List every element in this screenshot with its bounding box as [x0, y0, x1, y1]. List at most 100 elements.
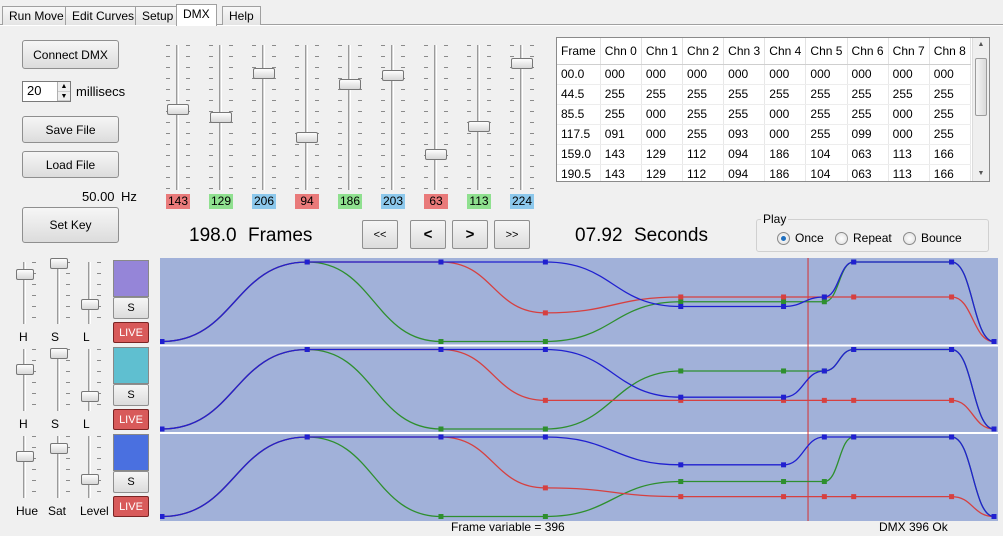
keyframe-point[interactable]: [781, 294, 787, 300]
set-color-button[interactable]: S: [113, 297, 149, 319]
keyframe-point[interactable]: [991, 426, 997, 432]
color-swatch[interactable]: [113, 347, 149, 384]
slider-thumb[interactable]: [81, 474, 99, 486]
scrollbar-thumb[interactable]: [975, 58, 987, 116]
keyframe-point[interactable]: [678, 299, 684, 305]
channel-slider-8[interactable]: [510, 45, 534, 190]
keyframe-point[interactable]: [949, 494, 955, 500]
slider-thumb[interactable]: [382, 69, 404, 81]
scroll-down-icon[interactable]: ▼: [973, 167, 989, 181]
keyframe-point[interactable]: [781, 304, 787, 310]
curve-editor[interactable]: [160, 258, 998, 521]
slider-thumb[interactable]: [50, 258, 68, 270]
slider-thumb[interactable]: [296, 131, 318, 143]
color-slider-2-1[interactable]: [48, 436, 70, 498]
keyframe-point[interactable]: [781, 494, 787, 500]
set-color-button[interactable]: S: [113, 471, 149, 493]
slider-thumb[interactable]: [253, 67, 275, 79]
keyframe-point[interactable]: [821, 299, 827, 305]
color-slider-1-1[interactable]: [48, 348, 70, 411]
keyframe-point[interactable]: [781, 299, 787, 305]
keyframe-point[interactable]: [542, 259, 548, 265]
table-row[interactable]: 85.5 255 000 255 255 000 255 255 000 255: [557, 104, 972, 125]
column-header[interactable]: Chn 3: [723, 38, 766, 65]
load-file-button[interactable]: Load File: [22, 151, 119, 178]
table-row[interactable]: 190.5 143 129 112 094 186 104 063 113 166: [557, 164, 972, 181]
table-scrollbar[interactable]: ▲ ▼: [972, 38, 989, 181]
keyframe-point[interactable]: [438, 339, 444, 344]
table-row[interactable]: 159.0 143 129 112 094 186 104 063 113 166: [557, 144, 972, 165]
keyframe-point[interactable]: [821, 368, 827, 374]
keyframe-point[interactable]: [438, 259, 444, 265]
scroll-up-icon[interactable]: ▲: [973, 38, 989, 52]
channel-slider-2[interactable]: [252, 45, 276, 190]
keyframe-point[interactable]: [542, 347, 548, 352]
slider-thumb[interactable]: [210, 111, 232, 123]
column-header[interactable]: Chn 4: [764, 38, 807, 65]
set-color-button[interactable]: S: [113, 384, 149, 406]
tab-help[interactable]: Help: [222, 6, 261, 25]
connect-dmx-button[interactable]: Connect DMX: [22, 40, 119, 69]
keyframe-point[interactable]: [678, 368, 684, 374]
curve-green-lane-2[interactable]: [161, 436, 995, 518]
keyframe-point[interactable]: [851, 347, 857, 352]
keyframe-point[interactable]: [542, 434, 548, 440]
column-header[interactable]: Chn 0: [600, 38, 642, 65]
radio-icon[interactable]: [777, 231, 790, 245]
column-header[interactable]: Chn 6: [847, 38, 889, 65]
keyframe-point[interactable]: [851, 259, 857, 265]
keyframe-point[interactable]: [821, 294, 827, 300]
live-button[interactable]: LIVE: [113, 409, 149, 430]
keyframe-point[interactable]: [851, 397, 857, 403]
first-frame-button[interactable]: <<: [362, 220, 398, 249]
color-slider-2-0[interactable]: [14, 436, 36, 498]
table-row[interactable]: 44.5 255 255 255 255 255 255 255 255 255: [557, 84, 972, 105]
slider-thumb[interactable]: [339, 79, 361, 91]
keyframe-point[interactable]: [991, 339, 997, 344]
next-frame-button[interactable]: >: [452, 220, 488, 249]
channel-slider-3[interactable]: [295, 45, 319, 190]
column-header[interactable]: Chn 7: [888, 38, 930, 65]
curve-blue-lane-2[interactable]: [161, 436, 995, 518]
keyframe-point[interactable]: [821, 494, 827, 500]
keyframe-point[interactable]: [542, 485, 548, 491]
keyframe-point[interactable]: [781, 394, 787, 400]
slider-thumb[interactable]: [81, 391, 99, 403]
curve-red-lane-0[interactable]: [161, 261, 995, 343]
color-slider-0-2[interactable]: [79, 262, 101, 324]
keyframe-point[interactable]: [851, 494, 857, 500]
keyframe-point[interactable]: [438, 426, 444, 432]
keyframe-point[interactable]: [821, 397, 827, 403]
keyframe-point[interactable]: [678, 462, 684, 468]
keyframe-point[interactable]: [160, 514, 165, 519]
channel-slider-1[interactable]: [209, 45, 233, 190]
tab-dmx[interactable]: DMX: [176, 4, 217, 26]
keyframe-point[interactable]: [438, 434, 444, 440]
column-header[interactable]: Chn 1: [641, 38, 684, 65]
slider-thumb[interactable]: [50, 348, 68, 360]
color-slider-2-2[interactable]: [79, 436, 101, 498]
keyframe-point[interactable]: [678, 294, 684, 300]
color-swatch[interactable]: [113, 434, 149, 471]
slider-thumb[interactable]: [468, 120, 490, 132]
keyframe-point[interactable]: [821, 434, 827, 440]
channel-slider-0[interactable]: [166, 45, 190, 190]
keyframe-point[interactable]: [304, 347, 310, 352]
live-button[interactable]: LIVE: [113, 496, 149, 517]
table-row[interactable]: 00.0 000 000 000 000 000 000 000 000 000: [557, 64, 972, 85]
keyframe-point[interactable]: [542, 397, 548, 403]
column-header[interactable]: Chn 2: [682, 38, 725, 65]
channel-slider-6[interactable]: [424, 45, 448, 190]
color-slider-0-0[interactable]: [14, 262, 36, 324]
keyframe-point[interactable]: [781, 462, 787, 468]
keyframe-point[interactable]: [438, 514, 444, 519]
radio-icon[interactable]: [903, 231, 916, 245]
keyframe-point[interactable]: [542, 339, 548, 344]
play-bounce-radio[interactable]: Bounce: [903, 231, 962, 245]
keyframe-table[interactable]: Frame Chn 0 Chn 1 Chn 2 Chn 3 Chn 4 Chn 5 Chn 6…: [556, 37, 990, 182]
keyframe-point[interactable]: [949, 259, 955, 265]
color-slider-1-2[interactable]: [79, 349, 101, 411]
play-once-radio[interactable]: Once: [777, 231, 824, 245]
keyframe-point[interactable]: [949, 294, 955, 300]
curve-blue-lane-0[interactable]: [161, 261, 995, 343]
